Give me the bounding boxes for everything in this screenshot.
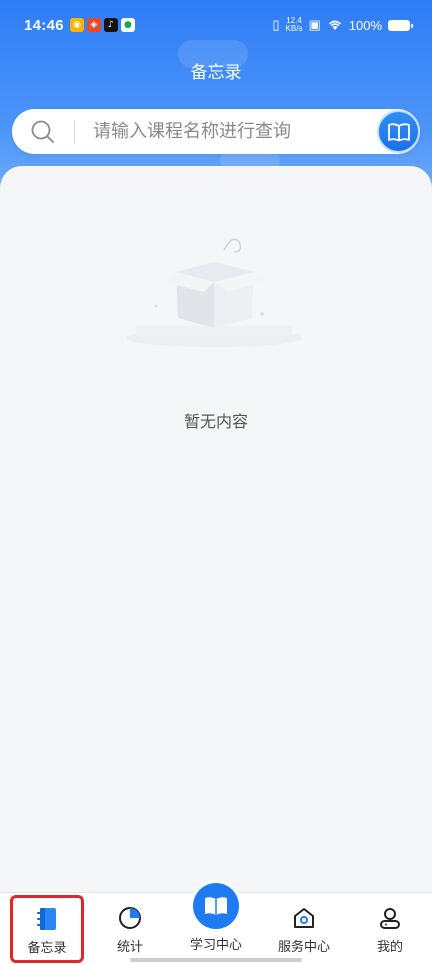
home-service-icon: [291, 905, 317, 931]
course-search-input[interactable]: [93, 121, 363, 142]
wifi-icon: [328, 20, 341, 30]
status-right: ▯ 12.4 KB/s ▣ 100%: [272, 17, 413, 33]
tab-stats[interactable]: 统计: [95, 893, 165, 964]
app-notification-icon: ◈: [86, 18, 101, 32]
sim-icon: ▣: [308, 17, 321, 32]
tab-study-center[interactable]: 学习中心: [178, 883, 254, 964]
battery-percent: 100%: [348, 17, 382, 33]
status-app-icons: ◉ ◈ ♪ ●: [69, 18, 135, 32]
tab-mine-label: 我的: [376, 940, 403, 955]
study-center-button[interactable]: [193, 883, 239, 929]
user-icon: [377, 905, 403, 931]
tab-stats-label: 统计: [116, 940, 143, 955]
search-icon[interactable]: [30, 119, 56, 145]
empty-box-illustration: [126, 238, 302, 347]
status-bar: 14:46 ◉ ◈ ♪ ● ▯ 12.4 KB/s ▣ 100%: [0, 0, 432, 50]
tab-memo-label: 备忘录: [27, 941, 67, 956]
tab-mine[interactable]: 我的: [355, 893, 425, 964]
memo-book-icon: [34, 906, 60, 932]
tab-memo[interactable]: 备忘录: [10, 895, 84, 963]
open-book-icon: [387, 122, 410, 141]
tab-service-center[interactable]: 服务中心: [268, 893, 340, 964]
search-divider: [74, 119, 75, 144]
pie-chart-icon: [117, 905, 143, 931]
network-speed: 12.4 KB/s: [286, 17, 303, 33]
tab-service-center-label: 服务中心: [277, 940, 330, 955]
weibo-icon: ◉: [69, 18, 84, 32]
status-time: 14:46: [24, 16, 64, 34]
battery-icon: [388, 19, 413, 31]
open-book-icon: [205, 897, 227, 915]
vibrate-icon: ▯: [272, 17, 280, 32]
bottom-tab-bar: 备忘录 统计 学习中心 服务中心 我的: [0, 883, 432, 964]
empty-state-message: 暂无内容: [183, 412, 248, 431]
home-indicator[interactable]: [130, 958, 302, 962]
page-title: 备忘录: [190, 63, 242, 83]
tab-study-center-label: 学习中心: [189, 938, 242, 953]
course-book-button[interactable]: [377, 110, 420, 153]
search-bar[interactable]: [12, 109, 420, 154]
network-speed-unit: KB/s: [285, 24, 303, 33]
chat-app-icon: ●: [120, 18, 135, 32]
tiktok-icon: ♪: [103, 18, 118, 32]
